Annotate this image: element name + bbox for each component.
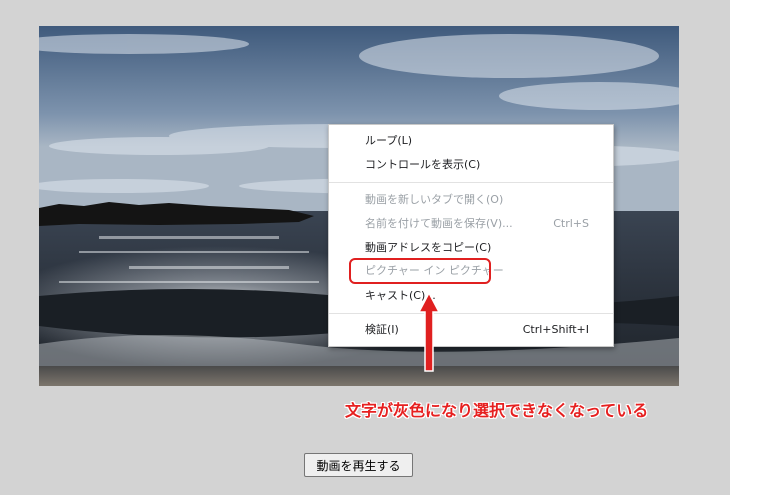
play-video-button[interactable]: 動画を再生する	[304, 453, 413, 477]
menu-item-label: 名前を付けて動画を保存(V)...	[365, 217, 513, 230]
menu-separator	[329, 313, 613, 314]
highlight-box	[349, 258, 491, 284]
menu-item-open-in-new-tab: 動画を新しいタブで開く(O)	[329, 189, 613, 211]
menu-item-show-controls[interactable]: コントロールを表示(C)	[329, 154, 613, 176]
context-menu: ループ(L) コントロールを表示(C) 動画を新しいタブで開く(O) 名前を付け…	[328, 124, 614, 347]
menu-separator	[329, 182, 613, 183]
menu-item-label: ループ(L)	[365, 134, 413, 147]
up-arrow-icon	[418, 292, 440, 372]
annotation-text: 文字が灰色になり選択できなくなっている	[345, 401, 649, 420]
menu-item-copy-video-address[interactable]: 動画アドレスをコピー(C)	[329, 237, 613, 259]
menu-item-inspect[interactable]: 検証(I) Ctrl+Shift+I	[329, 319, 613, 341]
menu-item-save-video-as: 名前を付けて動画を保存(V)... Ctrl+S	[329, 213, 613, 235]
menu-item-cast[interactable]: キャスト(C)...	[329, 285, 613, 307]
menu-item-label: 動画を新しいタブで開く(O)	[365, 193, 504, 206]
menu-item-shortcut: Ctrl+Shift+I	[522, 323, 589, 336]
menu-item-label: コントロールを表示(C)	[365, 158, 481, 171]
menu-item-label: 動画アドレスをコピー(C)	[365, 241, 492, 254]
menu-item-loop[interactable]: ループ(L)	[329, 130, 613, 152]
menu-item-label: 検証(I)	[365, 323, 399, 336]
menu-item-shortcut: Ctrl+S	[553, 217, 589, 230]
